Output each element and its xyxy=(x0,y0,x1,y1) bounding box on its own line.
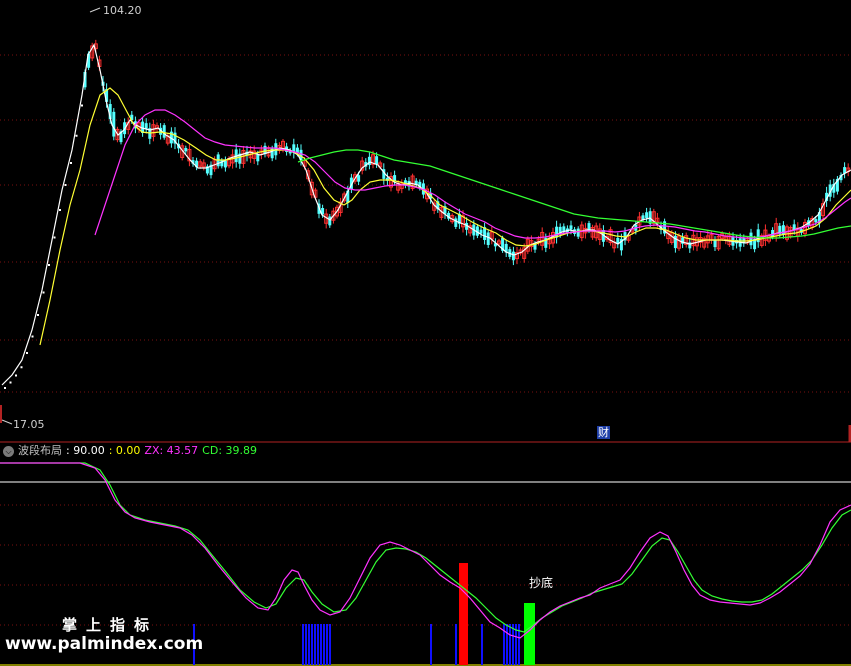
candle-down xyxy=(375,156,379,165)
indicator-zx: ZX: 43.57 xyxy=(144,444,199,457)
signal-bar-blue xyxy=(323,624,325,665)
candle-down xyxy=(569,225,573,230)
candle-down xyxy=(616,237,620,244)
candle-down xyxy=(328,216,332,226)
candle-down xyxy=(357,175,361,182)
high-price-label: 104.20 xyxy=(89,4,142,17)
price-dot xyxy=(4,387,6,389)
indicator-header: ⌵ 波段布局 : 90.00: 0.00 ZX: 43.57 CD: 39.89 xyxy=(0,443,851,459)
signal-bar-blue xyxy=(329,624,331,665)
finance-event-marker[interactable]: 财 xyxy=(597,426,610,439)
candle-down xyxy=(144,123,148,129)
price-dot xyxy=(42,291,45,294)
signal-bar-blue xyxy=(430,624,432,665)
signal-bar-blue xyxy=(326,624,328,665)
candle-down xyxy=(645,212,649,218)
price-dot xyxy=(64,184,67,186)
candle-down xyxy=(486,232,490,245)
candle-down xyxy=(112,111,116,137)
low-price-label: 17.05 xyxy=(1,418,45,431)
chevron-down-icon[interactable]: ⌵ xyxy=(3,445,14,457)
signal-bar-blue xyxy=(509,624,511,665)
price-dot xyxy=(37,314,39,316)
candle-down xyxy=(749,232,753,246)
candle-down xyxy=(184,147,188,152)
indicator-value-90: : 90.00 xyxy=(66,444,105,457)
candle-down xyxy=(771,230,775,237)
bottom-signal-label: 抄底 xyxy=(529,576,554,590)
candle-down xyxy=(814,219,818,223)
price-dot xyxy=(48,264,50,266)
signal-bar-blue xyxy=(302,624,304,665)
watermark-title: 掌上指标 xyxy=(62,616,159,634)
indicator-cd: CD: 39.89 xyxy=(202,444,258,457)
signal-bar-blue xyxy=(512,624,514,665)
price-dot xyxy=(31,335,34,338)
kline-chart[interactable]: 104.20 17.05 xyxy=(0,0,851,666)
signal-bar-blue xyxy=(320,624,322,665)
signal-bar-blue xyxy=(308,624,310,665)
signal-bar-blue xyxy=(455,624,457,665)
moving-average-lines xyxy=(1,43,851,386)
price-dot xyxy=(9,381,12,384)
indicator-name[interactable]: 波段布局 xyxy=(18,444,62,457)
price-dot xyxy=(53,236,56,239)
price-dot xyxy=(70,162,72,164)
price-dot xyxy=(81,104,83,107)
signal-bar-red xyxy=(459,563,468,665)
zx-line xyxy=(0,462,851,639)
candle-down xyxy=(162,125,166,138)
svg-text:104.20: 104.20 xyxy=(103,4,142,17)
price-dot xyxy=(26,352,28,354)
price-dot xyxy=(59,209,61,211)
price-dot xyxy=(75,134,78,137)
signal-bar-blue xyxy=(314,624,316,665)
ma5-line xyxy=(1,43,851,386)
price-dot xyxy=(20,366,23,369)
candle-down xyxy=(256,154,260,162)
svg-text:17.05: 17.05 xyxy=(13,418,45,431)
price-dot xyxy=(15,374,17,377)
candle-down xyxy=(576,228,580,237)
signal-bar-blue xyxy=(305,624,307,665)
ma20-line xyxy=(94,109,851,239)
signal-bar-blue xyxy=(481,624,483,665)
cd-line xyxy=(0,462,851,633)
signal-bar-blue xyxy=(317,624,319,665)
watermark-url: www.palmindex.com xyxy=(5,634,204,654)
signal-bar-blue xyxy=(506,624,508,665)
candlestick-series xyxy=(4,39,851,389)
signal-bar-blue xyxy=(311,624,313,665)
candle-down xyxy=(713,239,717,248)
candle-down xyxy=(511,251,515,261)
candle-down xyxy=(781,225,785,235)
indicator-value-0: : 0.00 xyxy=(108,444,141,457)
candle-down xyxy=(223,160,227,168)
